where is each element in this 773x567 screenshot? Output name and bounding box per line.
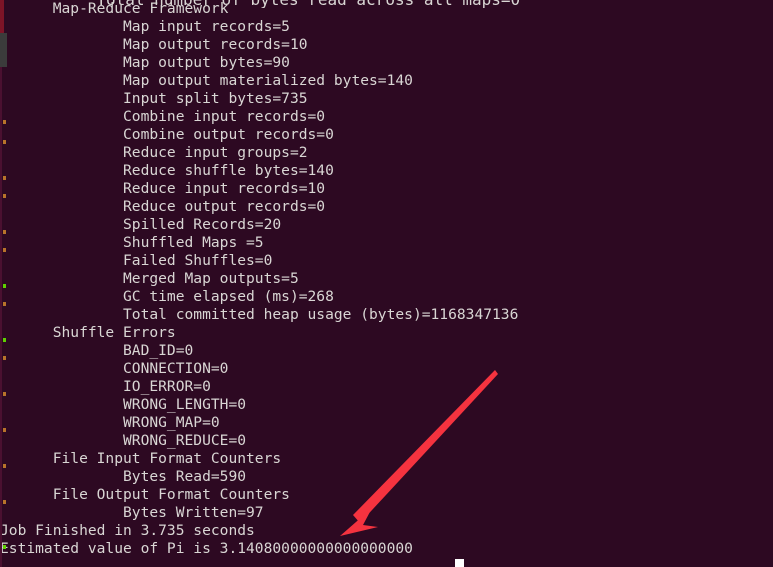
- terminal-line: File Input Format Counters: [0, 450, 282, 467]
- terminal-line: Map-Reduce Framework: [0, 0, 229, 17]
- terminal-line: Shuffle Errors: [0, 324, 176, 341]
- terminal-line: WRONG_MAP=0: [0, 414, 220, 431]
- terminal-line: Combine output records=0: [0, 126, 334, 143]
- terminal-line: Input split bytes=735: [0, 90, 308, 107]
- terminal-line: Merged Map outputs=5: [0, 270, 299, 287]
- text-cursor: [455, 559, 464, 567]
- terminal-line: CONNECTION=0: [0, 360, 229, 377]
- terminal-line: Failed Shuffles=0: [0, 252, 273, 269]
- terminal-line: Map output bytes=90: [0, 54, 290, 71]
- terminal-line: IO_ERROR=0: [0, 378, 211, 395]
- terminal-line: Total committed heap usage (bytes)=11683…: [0, 306, 519, 323]
- terminal-line: File Output Format Counters: [0, 486, 290, 503]
- terminal-line: Reduce output records=0: [0, 198, 326, 215]
- terminal-line: Map input records=5: [0, 18, 290, 35]
- terminal-line: Bytes Read=590: [0, 468, 247, 485]
- terminal-line: Reduce shuffle bytes=140: [0, 162, 334, 179]
- terminal-line: Map output materialized bytes=140: [0, 72, 413, 89]
- terminal-line: WRONG_LENGTH=0: [0, 396, 247, 413]
- terminal-window[interactable]: Total number of bytes read across all ma…: [0, 0, 773, 567]
- terminal-line: Bytes Written=97: [0, 504, 264, 521]
- terminal-line: Reduce input records=10: [0, 180, 326, 197]
- terminal-line: Map output records=10: [0, 36, 308, 53]
- terminal-line: Shuffled Maps =5: [0, 234, 264, 251]
- terminal-line: WRONG_REDUCE=0: [0, 432, 247, 449]
- terminal-line: Job Finished in 3.735 seconds: [0, 522, 255, 539]
- terminal-line: Reduce input groups=2: [0, 144, 308, 161]
- terminal-line: Spilled Records=20: [0, 216, 282, 233]
- terminal-line: Combine input records=0: [0, 108, 326, 125]
- terminal-output[interactable]: Map-Reduce Framework Map input records=5…: [0, 0, 773, 567]
- terminal-line: BAD_ID=0: [0, 342, 194, 359]
- terminal-line: GC time elapsed (ms)=268: [0, 288, 334, 305]
- terminal-line: Estimated value of Pi is 3.1408000000000…: [0, 540, 413, 557]
